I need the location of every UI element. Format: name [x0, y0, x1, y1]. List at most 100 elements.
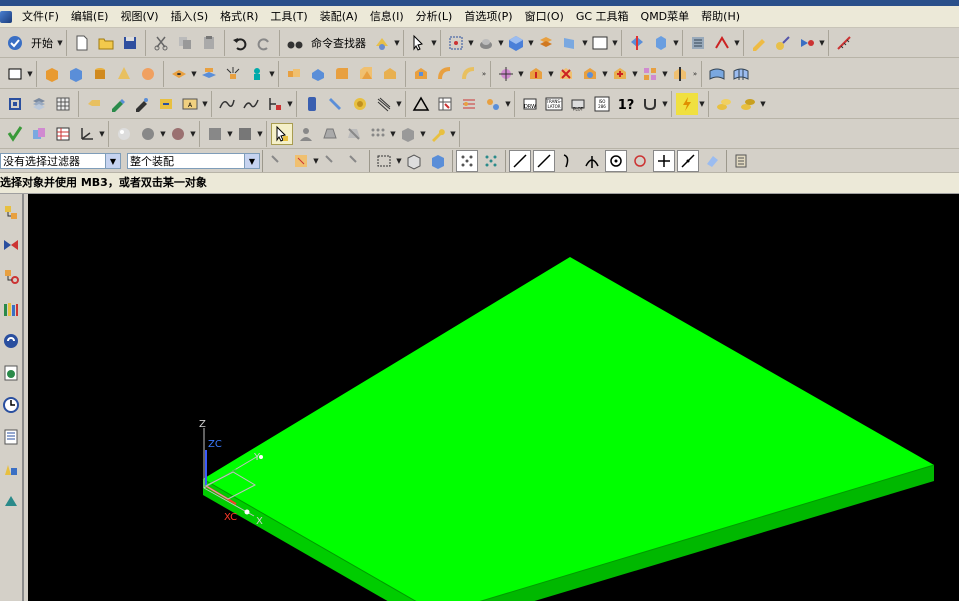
arc-center-icon[interactable] — [605, 150, 627, 172]
spreadsheet-icon[interactable] — [52, 123, 74, 145]
face-analysis-icon[interactable] — [204, 123, 226, 145]
drw-button[interactable]: DRW — [519, 93, 541, 115]
material-sphere-icon[interactable] — [167, 123, 189, 145]
menu-preferences[interactable]: 首选项(P) — [458, 6, 518, 27]
start-button[interactable]: 开始 — [27, 32, 57, 54]
motion-icon[interactable] — [796, 32, 818, 54]
open-folder-icon[interactable] — [95, 32, 117, 54]
wrench-icon[interactable] — [427, 123, 449, 145]
menu-assembly[interactable]: 装配(A) — [314, 6, 364, 27]
cone-icon[interactable] — [113, 63, 135, 85]
translator-button[interactable]: TRANS- LATOR — [543, 93, 565, 115]
menu-help[interactable]: 帮助(H) — [695, 6, 746, 27]
through-curves-icon[interactable] — [730, 63, 752, 85]
select-cursor-icon[interactable] — [344, 150, 366, 172]
resize-face-icon[interactable] — [609, 63, 631, 85]
magic-icon[interactable] — [772, 32, 794, 54]
menu-tools[interactable]: 工具(T) — [264, 6, 313, 27]
thread-icon[interactable] — [373, 93, 395, 115]
hide-icon[interactable] — [343, 123, 365, 145]
menu-analysis[interactable]: 分析(L) — [410, 6, 459, 27]
help-query-icon[interactable]: 1? — [615, 93, 637, 115]
iso-286-button[interactable]: ISO 286 — [591, 93, 613, 115]
unite-icon[interactable] — [283, 63, 305, 85]
replay-icon[interactable] — [131, 93, 153, 115]
cylinder-icon[interactable] — [89, 63, 111, 85]
plot-button[interactable]: PLOT — [567, 93, 589, 115]
gray-square-icon[interactable] — [234, 123, 256, 145]
customize-icon[interactable] — [371, 32, 393, 54]
face-select-icon[interactable] — [427, 150, 449, 172]
edit-parameters-icon[interactable] — [107, 93, 129, 115]
snap-icon[interactable] — [711, 32, 733, 54]
menu-information[interactable]: 信息(I) — [364, 6, 410, 27]
selection-scope-dropdown[interactable]: 整个装配 ▼ — [127, 153, 260, 169]
sphere-icon[interactable] — [137, 63, 159, 85]
menu-format[interactable]: 格式(R) — [214, 6, 264, 27]
assembly-clone-icon[interactable] — [28, 123, 50, 145]
system-materials-icon[interactable] — [0, 426, 22, 448]
snap-point-on-icon[interactable] — [456, 150, 478, 172]
undo-icon[interactable] — [229, 32, 251, 54]
roles-icon[interactable] — [0, 490, 22, 512]
feature-selection-icon[interactable] — [290, 150, 312, 172]
menu-qmd[interactable]: QMD菜单 — [635, 6, 696, 27]
command-finder-button[interactable]: 命令查找器 — [307, 32, 370, 54]
part-navigator-toolbar-icon[interactable] — [687, 32, 709, 54]
menu-insert[interactable]: 插入(S) — [165, 6, 215, 27]
control-point-icon[interactable] — [557, 150, 579, 172]
edit-object-icon[interactable] — [748, 32, 770, 54]
save-icon[interactable] — [119, 32, 141, 54]
delete-face-icon[interactable] — [555, 63, 577, 85]
curve-icon[interactable] — [216, 93, 238, 115]
grid-table-icon[interactable] — [434, 93, 456, 115]
split-body-icon[interactable] — [434, 63, 456, 85]
shell-icon[interactable] — [379, 63, 401, 85]
shaded-sphere-icon[interactable] — [113, 123, 135, 145]
intersection-icon[interactable] — [581, 150, 603, 172]
replace-face-icon[interactable] — [579, 63, 601, 85]
menu-view[interactable]: 视图(V) — [114, 6, 164, 27]
pattern-face-icon[interactable] — [639, 63, 661, 85]
coin-stack-icon[interactable] — [713, 93, 735, 115]
cut-icon[interactable] — [150, 32, 172, 54]
measure-icon[interactable] — [833, 32, 855, 54]
hole-icon[interactable] — [168, 63, 190, 85]
nx-app-icon[interactable] — [0, 10, 12, 23]
menu-gc-toolkit[interactable]: GC 工具箱 — [570, 6, 635, 27]
layer-icon[interactable] — [535, 32, 557, 54]
sketch-rectangle-icon[interactable] — [4, 63, 26, 85]
orient-view-icon[interactable] — [505, 32, 527, 54]
check-geometry-icon[interactable] — [4, 123, 26, 145]
point-on-curve-icon[interactable] — [677, 150, 699, 172]
start-icon[interactable] — [4, 32, 26, 54]
chamfer-icon[interactable] — [355, 63, 377, 85]
move-face-icon[interactable] — [525, 63, 547, 85]
draft-icon[interactable] — [458, 63, 480, 85]
battery-icon[interactable] — [301, 93, 323, 115]
coordinate-icon[interactable] — [76, 123, 98, 145]
copy-icon[interactable] — [174, 32, 196, 54]
grid-dots-icon[interactable] — [367, 123, 389, 145]
tolerance-icon[interactable] — [639, 93, 661, 115]
pad-icon[interactable] — [246, 63, 268, 85]
render-style-icon[interactable] — [475, 32, 497, 54]
coin-icon[interactable] — [349, 93, 371, 115]
end-point-icon[interactable] — [509, 150, 531, 172]
history-icon[interactable] — [0, 394, 22, 416]
web-browser-icon[interactable] — [0, 362, 22, 384]
gear-group-icon[interactable] — [482, 93, 504, 115]
edge-blend-icon[interactable] — [331, 63, 353, 85]
extrude-icon[interactable] — [41, 63, 63, 85]
fit-view-icon[interactable] — [445, 32, 467, 54]
part-navigator-icon[interactable] — [0, 266, 22, 288]
select-by-icon[interactable] — [320, 150, 342, 172]
wcs-icon[interactable] — [559, 32, 581, 54]
snap-options-icon[interactable] — [730, 150, 752, 172]
solid-sphere-icon[interactable] — [137, 123, 159, 145]
paste-icon[interactable] — [198, 32, 220, 54]
datum-csys-icon[interactable] — [4, 93, 26, 115]
coin-stack-2-icon[interactable] — [737, 93, 759, 115]
section-view-icon[interactable] — [626, 32, 648, 54]
existing-point-icon[interactable] — [653, 150, 675, 172]
